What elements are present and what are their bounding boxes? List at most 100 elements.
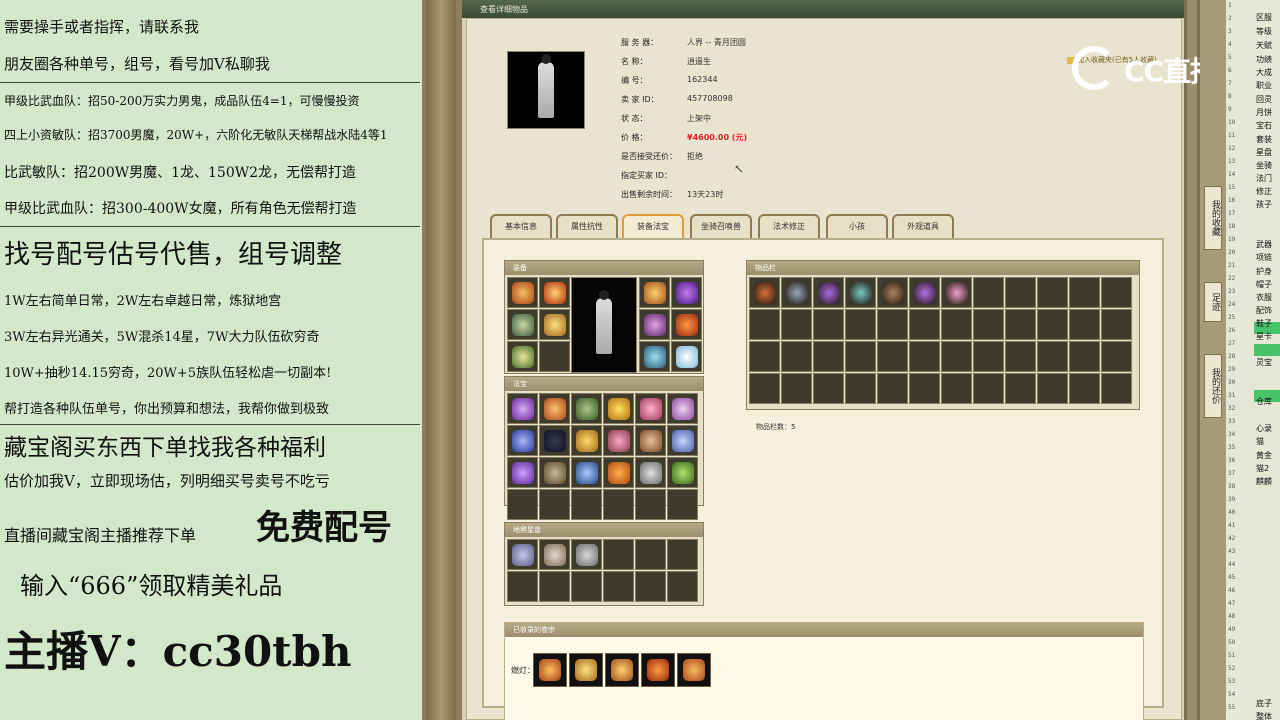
- row-number: 38: [1228, 483, 1236, 490]
- inventory-box: 物品栏: [746, 260, 1140, 410]
- summary-label: 猫: [1256, 437, 1264, 446]
- right-summary-list: 1 2 3 4 5 6 7 8 9 10 11 12 13 14 15 16 17 18 19 20 21 22 23 24 2…: [1226, 0, 1280, 720]
- fabao-slot[interactable]: [667, 393, 698, 424]
- inventory-item-icon: [786, 282, 808, 304]
- equip-slot[interactable]: [639, 277, 670, 308]
- row-number: 39: [1228, 496, 1236, 503]
- equip-slot[interactable]: [507, 277, 538, 308]
- inventory-slot[interactable]: [909, 277, 940, 308]
- tab-equipment[interactable]: 装备法宝: [622, 214, 684, 238]
- info-value-name: 逍遥生: [687, 57, 711, 66]
- dijie-slot: [635, 539, 666, 570]
- collected-item[interactable]: [569, 653, 603, 687]
- fabao-slot[interactable]: [635, 425, 666, 456]
- row-number: 23: [1228, 288, 1236, 295]
- character-portrait: [507, 51, 585, 129]
- inventory-slot: [1037, 309, 1068, 340]
- inventory-slot: [877, 341, 908, 372]
- inventory-slot[interactable]: [845, 277, 876, 308]
- summary-label: 修正: [1256, 187, 1272, 196]
- equip-slot[interactable]: [539, 309, 570, 340]
- fabao-slot[interactable]: [507, 425, 538, 456]
- footprint-button[interactable]: 足迹: [1204, 282, 1222, 322]
- inventory-slot: [1005, 277, 1036, 308]
- info-value-seller: 457708098: [687, 94, 733, 103]
- fabao-slot[interactable]: [571, 457, 602, 488]
- summary-label: 护身: [1256, 267, 1272, 276]
- row-number: 26: [1228, 327, 1236, 334]
- tab-children[interactable]: 小孩: [826, 214, 888, 238]
- tab-spell-correction[interactable]: 法术修正: [758, 214, 820, 238]
- equip-slot[interactable]: [671, 277, 702, 308]
- collected-item[interactable]: [605, 653, 639, 687]
- summary-label: 星盘: [1256, 148, 1272, 157]
- row-number: 37: [1228, 470, 1236, 477]
- fabao-slot[interactable]: [507, 457, 538, 488]
- equip-slot[interactable]: [507, 341, 538, 372]
- divider: [0, 424, 420, 425]
- info-value-price: ¥4600.00 (元): [687, 133, 748, 142]
- fabao-slot[interactable]: [635, 393, 666, 424]
- overlay-line-7: 找号配号估号代售，组号调整: [4, 240, 343, 270]
- overlay-contact: 主播V：cc30tbh: [4, 627, 352, 676]
- my-favorites-button[interactable]: 我的收藏: [1204, 186, 1222, 250]
- overlay-line-15: 输入“666”领取精美礼品: [20, 572, 283, 600]
- fabao-slot[interactable]: [603, 457, 634, 488]
- overlay-line-13: 估价加我V，立即现场估，列明细买号卖号不吃亏: [4, 472, 330, 490]
- overlay-line-2: 朋友圈各种单号，组号，看号加V私聊我: [4, 55, 270, 73]
- equip-slot[interactable]: [639, 309, 670, 340]
- row-number: 36: [1228, 457, 1236, 464]
- inventory-slot[interactable]: [941, 277, 972, 308]
- summary-label: 星卡: [1256, 332, 1272, 341]
- collected-item[interactable]: [641, 653, 675, 687]
- fabao-slot[interactable]: [603, 425, 634, 456]
- fabao-slot[interactable]: [667, 457, 698, 488]
- highlight-bar: [1254, 344, 1280, 356]
- equip-slot[interactable]: [671, 341, 702, 372]
- fabao-slot[interactable]: [539, 425, 570, 456]
- row-number: 42: [1228, 535, 1236, 542]
- row-number: 24: [1228, 301, 1236, 308]
- equip-slot[interactable]: [639, 341, 670, 372]
- tab-basic-info[interactable]: 基本信息: [490, 214, 552, 238]
- tab-attributes[interactable]: 属性抗性: [556, 214, 618, 238]
- fabao-slot[interactable]: [539, 457, 570, 488]
- row-number: 40: [1228, 509, 1236, 516]
- equip-slot[interactable]: [539, 277, 570, 308]
- divider: [0, 82, 420, 83]
- inventory-slot[interactable]: [813, 277, 844, 308]
- collected-item[interactable]: [677, 653, 711, 687]
- my-counteroffer-button[interactable]: 我的还价: [1204, 354, 1222, 418]
- fabao-slot[interactable]: [603, 393, 634, 424]
- tab-appearance[interactable]: 外观道具: [892, 214, 954, 238]
- equip-slot[interactable]: [671, 309, 702, 340]
- fabao-slot[interactable]: [507, 393, 538, 424]
- fabao-slot[interactable]: [667, 425, 698, 456]
- fabao-slot[interactable]: [635, 457, 666, 488]
- collected-item[interactable]: [533, 653, 567, 687]
- dijie-header: 地煞星兽: [505, 523, 703, 537]
- row-number: 14: [1228, 171, 1236, 178]
- fabao-slot[interactable]: [571, 425, 602, 456]
- dijie-slot: [507, 571, 538, 602]
- fabao-slot[interactable]: [571, 393, 602, 424]
- dijie-slot[interactable]: [571, 539, 602, 570]
- inventory-slot[interactable]: [781, 277, 812, 308]
- equip-slot: [539, 341, 570, 372]
- inventory-slot[interactable]: [749, 277, 780, 308]
- character-figure-icon: [538, 54, 554, 118]
- row-number: 1: [1228, 2, 1232, 9]
- inventory-slot[interactable]: [877, 277, 908, 308]
- fabao-slot[interactable]: [539, 393, 570, 424]
- row-number: 35: [1228, 444, 1236, 451]
- tab-mounts-pets[interactable]: 坐骑召唤兽: [690, 214, 752, 238]
- overlay-line-5: 比武敏队：招200W男魔、1龙、150W2龙，无偿帮打造: [4, 165, 357, 181]
- row-number: 43: [1228, 548, 1236, 555]
- dijie-slot[interactable]: [539, 539, 570, 570]
- dijie-slot[interactable]: [507, 539, 538, 570]
- equip-slot[interactable]: [507, 309, 538, 340]
- inventory-slot: [1101, 341, 1132, 372]
- scrollbar[interactable]: [1184, 0, 1200, 720]
- overlay-line-10: 10W+抽秒14.15穷奇，20W+5族队伍轻松虐一切副本!: [4, 366, 332, 381]
- inventory-slot: [1005, 341, 1036, 372]
